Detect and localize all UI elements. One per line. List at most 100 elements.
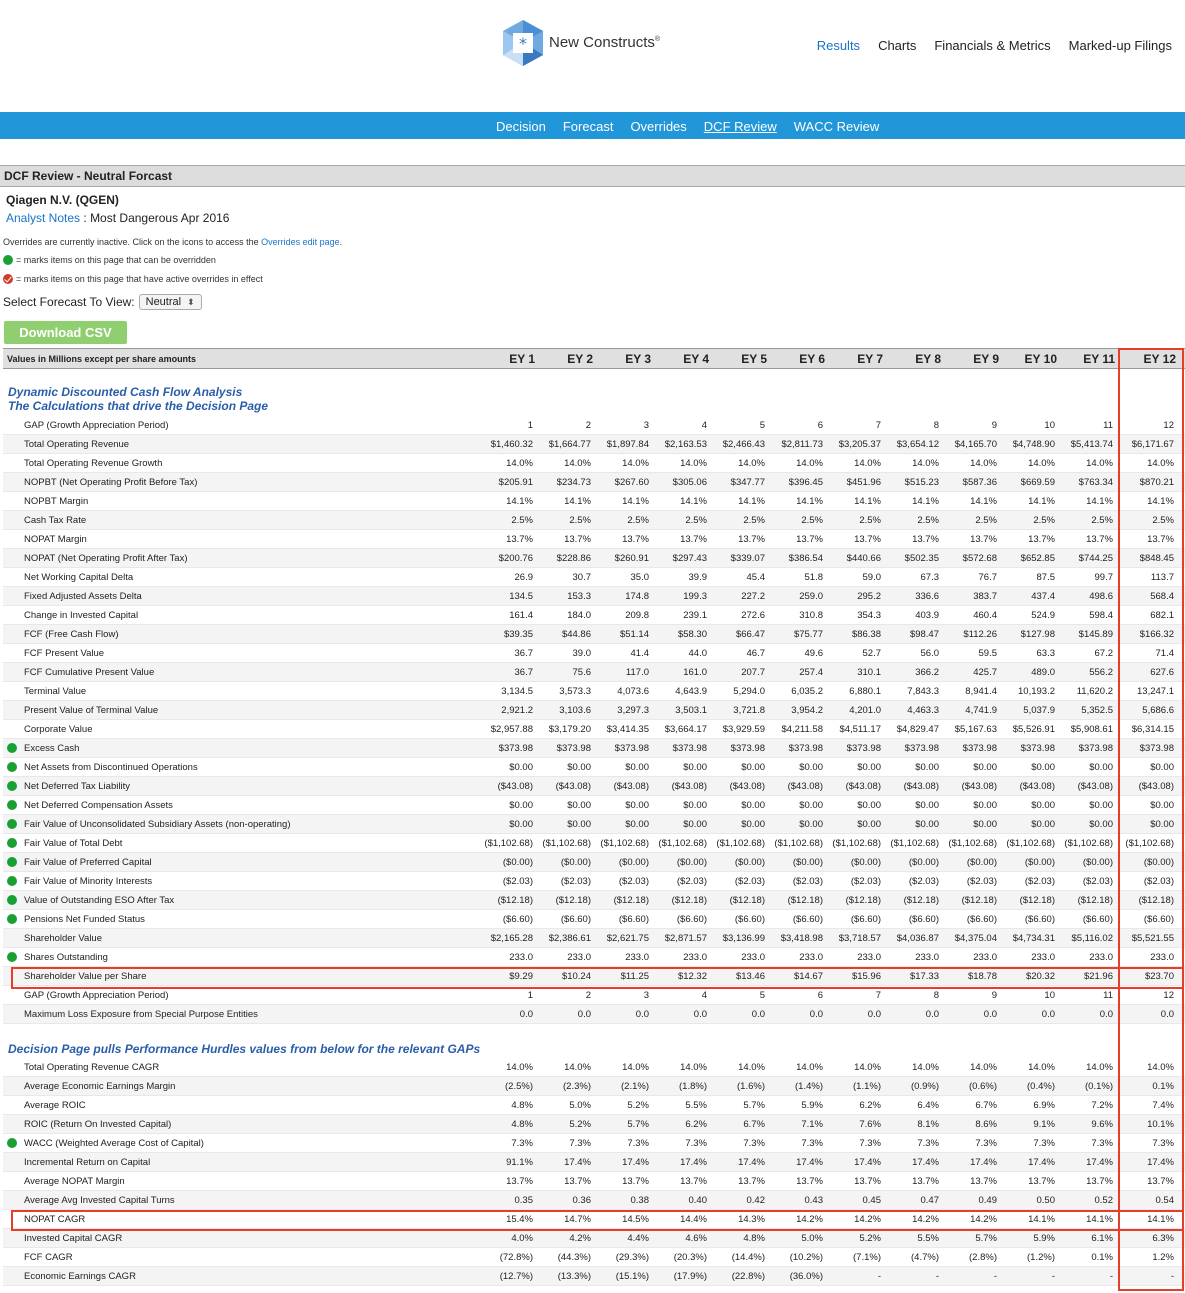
table-cell: 2.5% — [859, 515, 881, 526]
table-cell: 437.4 — [1031, 591, 1055, 602]
tab-dcf-review[interactable]: DCF Review — [704, 119, 777, 134]
analyst-notes-link[interactable]: Analyst Notes — [6, 211, 80, 225]
table-cell: (2.3%) — [563, 1081, 591, 1092]
override-dot-icon[interactable] — [7, 838, 17, 848]
table-cell: 13,247.1 — [1137, 686, 1174, 697]
table-cell: 10,193.2 — [1018, 686, 1055, 697]
table-cell: - — [1109, 1271, 1113, 1282]
override-dot-icon[interactable] — [7, 1138, 17, 1148]
forecast-select[interactable]: Neutral ⬍ — [138, 294, 202, 310]
table-cell: $58.30 — [677, 629, 707, 640]
table-cell: $44.86 — [561, 629, 591, 640]
table-cell: 7.3% — [511, 1138, 533, 1149]
table-cell: ($12.18) — [903, 895, 939, 906]
section-title-dcf: Dynamic Discounted Cash Flow Analysis Th… — [8, 385, 269, 413]
table-row: Terminal Value 3,134.5 3,573.3 4,073.6 4,643… — [3, 682, 1185, 701]
table-cell: $4,036.87 — [896, 933, 939, 944]
override-dot-icon[interactable] — [7, 895, 17, 905]
tab-forecast[interactable]: Forecast — [563, 119, 614, 134]
table-row: NOPAT Margin 13.7% 13.7% 13.7% 13.7% 13.7% 13.… — [3, 530, 1185, 549]
table-row: Maximum Loss Exposure from Special Purpo… — [3, 1005, 1185, 1024]
table-cell: 14.2% — [796, 1214, 823, 1225]
table-cell: 14.4% — [680, 1214, 707, 1225]
table-cell: 75.6 — [572, 667, 592, 678]
table-cell: 7.3% — [685, 1138, 707, 1149]
table-cell: $1,897.84 — [606, 439, 649, 450]
override-dot-icon[interactable] — [7, 762, 17, 772]
table-cell: $763.34 — [1078, 477, 1113, 488]
page-title: DCF Review - Neutral Forcast — [4, 169, 173, 183]
table-cell: 14.0% — [1147, 458, 1174, 469]
table-cell: 8 — [933, 990, 939, 1001]
table-cell: ($12.18) — [1138, 895, 1174, 906]
table-cell: (7.1%) — [853, 1252, 881, 1263]
table-cell: (72.8%) — [499, 1252, 533, 1263]
table-cell: 11 — [1103, 990, 1113, 1001]
overrides-edit-link[interactable]: Overrides edit page — [261, 237, 340, 247]
table-cell: ($43.08) — [1138, 781, 1174, 792]
table-cell: 67.2 — [1094, 648, 1114, 659]
table-cell: (4.7%) — [911, 1252, 939, 1263]
override-dot-icon[interactable] — [7, 857, 17, 867]
table-cell: $373.98 — [498, 743, 533, 754]
table-row: Net Deferred Tax Liability ($43.08) ($43.0… — [3, 777, 1185, 796]
legend-active-overrides: = marks items on this page that have act… — [3, 274, 263, 284]
tab-decision[interactable]: Decision — [496, 119, 546, 134]
nav-charts[interactable]: Charts — [878, 38, 916, 53]
overrides-note: Overrides are currently inactive. Click … — [3, 237, 343, 247]
table-cell: 17.4% — [680, 1157, 707, 1168]
tab-overrides[interactable]: Overrides — [630, 119, 686, 134]
table-row: Fair Value of Total Debt ($1,102.68) ($1,1… — [3, 834, 1185, 853]
override-dot-icon[interactable] — [7, 876, 17, 886]
table-cell: 2.5% — [1033, 515, 1055, 526]
override-dot-icon[interactable] — [7, 743, 17, 753]
table-cell: 14.0% — [622, 458, 649, 469]
table-cell: $3,664.17 — [664, 724, 707, 735]
table-cell: 1.2% — [1152, 1252, 1174, 1263]
table-row: Total Operating Revenue $1,460.32 $1,664.7… — [3, 435, 1185, 454]
table-cell: 233.0 — [973, 952, 997, 963]
table-cell: 14.1% — [680, 496, 707, 507]
sub-navigation: Decision Forecast Overrides DCF Review W… — [496, 119, 879, 134]
table-cell: 14.0% — [506, 458, 533, 469]
table-cell: $0.00 — [509, 819, 533, 830]
new-constructs-logo-icon[interactable]: * — [500, 18, 546, 68]
row-label: Average Economic Earnings Margin — [24, 1081, 176, 1092]
nav-marked-up-filings[interactable]: Marked-up Filings — [1069, 38, 1172, 53]
table-cell: 3,721.8 — [733, 705, 765, 716]
table-cell: 7.3% — [859, 1138, 881, 1149]
table-cell: 35.0 — [630, 572, 650, 583]
table-cell: ($43.08) — [555, 781, 591, 792]
table-cell: ($6.60) — [966, 914, 997, 925]
nav-results[interactable]: Results — [817, 38, 860, 53]
override-dot-icon[interactable] — [7, 952, 17, 962]
table-cell: 7,843.3 — [907, 686, 939, 697]
table-cell: $0.00 — [625, 762, 649, 773]
table-cell: 5.7% — [975, 1233, 997, 1244]
table-cell: 14.1% — [564, 496, 591, 507]
table-cell: (17.9%) — [673, 1271, 707, 1282]
nav-financials-metrics[interactable]: Financials & Metrics — [934, 38, 1050, 53]
override-dot-icon[interactable] — [7, 914, 17, 924]
override-dot-icon[interactable] — [7, 800, 17, 810]
override-dot-icon[interactable] — [7, 781, 17, 791]
table-cell: ($1,102.68) — [716, 838, 765, 849]
table-cell: $373.98 — [788, 743, 823, 754]
table-cell: 5.5% — [917, 1233, 939, 1244]
row-label: Fair Value of Total Debt — [24, 838, 123, 849]
table-cell: 7.3% — [1091, 1138, 1113, 1149]
table-cell: 4.8% — [511, 1100, 533, 1111]
table-cell: 0.49 — [978, 1195, 998, 1206]
table-cell: ($43.08) — [497, 781, 533, 792]
table-cell: 0.0 — [867, 1009, 881, 1020]
select-arrows-icon: ⬍ — [187, 296, 195, 307]
table-cell: 13.7% — [1086, 1176, 1113, 1187]
table-row: Incremental Return on Capital 91.1% 17.4% 1… — [3, 1153, 1185, 1172]
table-cell: 41.4 — [630, 648, 650, 659]
tab-wacc-review[interactable]: WACC Review — [794, 119, 879, 134]
download-csv-button[interactable]: Download CSV — [4, 321, 127, 344]
table-row: FCF (Free Cash Flow) $39.35 $44.86 $51.14 $5… — [3, 625, 1185, 644]
table-cell: 6.2% — [859, 1100, 881, 1111]
override-dot-icon[interactable] — [7, 819, 17, 829]
table-cell: ($12.18) — [1019, 895, 1055, 906]
